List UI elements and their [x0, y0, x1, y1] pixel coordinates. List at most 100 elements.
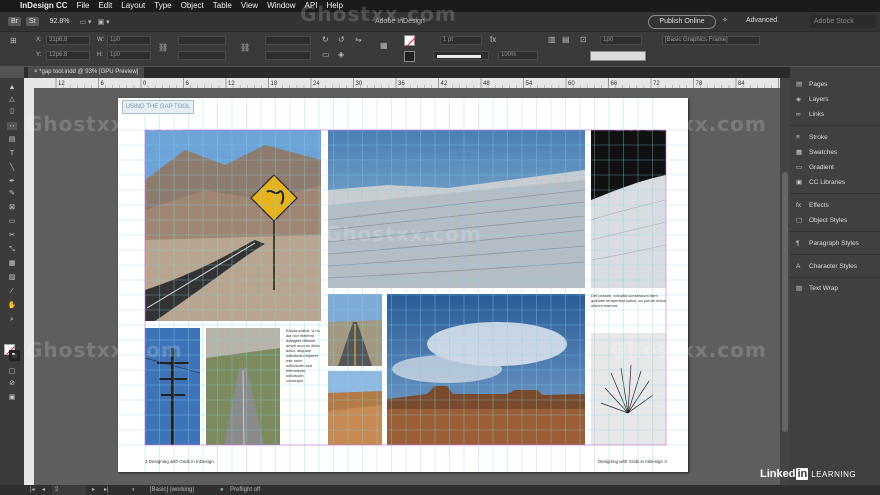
reference-point-icon[interactable]: ⊞	[10, 36, 17, 45]
menu-type[interactable]: Type	[154, 0, 171, 12]
w-field[interactable]: 1p0	[107, 36, 151, 45]
panel-gradient[interactable]: ▭ Gradient	[796, 162, 834, 174]
direct-selection-tool-icon[interactable]: △	[7, 96, 17, 104]
preview-icon[interactable]: ◐	[132, 485, 136, 495]
panel-pages[interactable]: ▤ Pages	[796, 79, 827, 91]
prev-page-icon[interactable]: ◂	[42, 485, 45, 495]
opacity-field[interactable]: 100%	[498, 51, 538, 60]
frame-type-icon[interactable]: ▦	[380, 41, 388, 50]
menu-app-name[interactable]: InDesign CC	[20, 0, 68, 12]
menu-edit[interactable]: Edit	[98, 0, 112, 12]
panel-object-styles[interactable]: ▢ Object Styles	[796, 215, 847, 227]
content-collector-icon[interactable]: ▤	[7, 136, 17, 144]
panel-text-wrap[interactable]: ▨ Text Wrap	[796, 283, 838, 295]
image-frame-canyon-road[interactable]	[328, 371, 382, 445]
align-icon[interactable]: ▥	[548, 35, 556, 44]
screen-mode-icon[interactable]: ▣ ▾	[98, 18, 110, 26]
eyedropper-tool-icon[interactable]: ⁄	[7, 288, 17, 296]
hand-tool-icon[interactable]: ✋	[7, 302, 17, 310]
shear-field[interactable]	[265, 51, 311, 60]
panel-layers[interactable]: ◈ Layers	[796, 94, 829, 106]
constrain-scale-icon[interactable]: ⛓	[240, 43, 250, 52]
fill-stroke-proxy[interactable]	[4, 344, 20, 362]
page-tool-icon[interactable]: ▯	[7, 108, 17, 116]
menu-layout[interactable]: Layout	[121, 0, 145, 12]
x-field[interactable]: 31p6.8	[46, 36, 90, 45]
h-field[interactable]: 1p0	[107, 51, 151, 60]
scale-x-field[interactable]	[178, 36, 226, 45]
preflight-status[interactable]: Preflight off	[230, 485, 260, 495]
panel-cc-libraries[interactable]: ▣ CC Libraries	[796, 177, 845, 189]
select-content-icon[interactable]: ◈	[338, 50, 344, 59]
body-text-column-2[interactable]: Det possim, voluptia conseruium dem quib…	[591, 293, 666, 308]
rotate-ccw-icon[interactable]: ↺	[338, 35, 345, 44]
stock-button[interactable]: St	[26, 17, 39, 26]
panel-links[interactable]: ∞ Links	[796, 109, 824, 121]
line-tool-icon[interactable]: ╲	[7, 164, 17, 172]
image-frame-hill-road[interactable]	[206, 328, 280, 445]
fitting-icon[interactable]: ⊡	[580, 35, 587, 44]
style-status[interactable]: [Basic] (working)	[150, 485, 194, 495]
panel-character-styles[interactable]: A Character Styles	[796, 261, 857, 273]
scrollbar-thumb[interactable]	[782, 172, 788, 432]
zoom-level[interactable]: 92.8%	[50, 18, 70, 25]
pencil-tool-icon[interactable]: ✎	[7, 190, 17, 198]
page-number-field[interactable]: 2	[52, 485, 86, 495]
frame-size-field[interactable]: 1p0	[600, 36, 642, 45]
gradient-swatch-tool-icon[interactable]: ▦	[7, 260, 17, 268]
apply-none-icon[interactable]: ⊘	[7, 380, 17, 388]
distribute-icon[interactable]: ▤	[562, 35, 570, 44]
object-style-dropdown[interactable]: [Basic Graphics Frame]	[662, 36, 760, 45]
fill-swatch[interactable]	[404, 35, 417, 47]
rectangle-tool-icon[interactable]: ▭	[7, 218, 17, 226]
stroke-type-dropdown[interactable]	[433, 51, 489, 60]
select-container-icon[interactable]: ▭	[322, 50, 330, 59]
horizontal-ruler[interactable]: 126061218243036424854606672788490	[24, 78, 815, 88]
image-frame-dunes-large[interactable]	[328, 130, 585, 288]
vertical-ruler[interactable]	[24, 88, 34, 485]
constrain-proportions-icon[interactable]: ⛓	[158, 43, 168, 52]
flip-horizontal-icon[interactable]: ⇋	[355, 35, 362, 44]
stroke-swatch[interactable]	[404, 51, 415, 62]
publish-online-button[interactable]: Publish Online	[648, 15, 716, 29]
panel-paragraph-styles[interactable]: ¶ Paragraph Styles	[796, 238, 859, 250]
last-page-icon[interactable]: ▸|	[104, 485, 109, 495]
lightbulb-icon[interactable]: ✧	[722, 16, 728, 24]
panel-effects[interactable]: fx Effects	[796, 200, 829, 212]
gap-tool-icon[interactable]: ↔	[7, 122, 17, 130]
stroke-weight-field[interactable]: 1 pt	[440, 36, 482, 45]
scale-y-field[interactable]	[178, 51, 226, 60]
view-options-icon[interactable]: ▭ ▾	[79, 18, 91, 26]
image-frame-road-sign[interactable]	[145, 130, 321, 321]
menu-window[interactable]: Window	[267, 0, 295, 12]
pen-tool-icon[interactable]: ✒	[7, 178, 17, 186]
workspace-switcher[interactable]: Advanced	[746, 17, 777, 24]
tab-document[interactable]: × *gap tool.indd @ 93% [GPU Preview]	[28, 67, 145, 78]
formatting-container-icon[interactable]: ▢	[7, 368, 17, 376]
bridge-button[interactable]: Br	[8, 17, 21, 26]
y-field[interactable]: 12p6.8	[46, 51, 90, 60]
type-tool-icon[interactable]: T	[7, 150, 17, 158]
note-tool-icon[interactable]: ▨	[7, 274, 17, 282]
rotate-cw-icon[interactable]: ↻	[322, 35, 329, 44]
body-text-column-1[interactable]: Ehicta sollicit, vi no aia nicr eleifend…	[286, 328, 320, 383]
image-frame-desert-road[interactable]	[328, 294, 382, 366]
menu-view[interactable]: View	[241, 0, 258, 12]
screen-mode-tool-icon[interactable]: ▣	[7, 394, 17, 402]
menu-file[interactable]: File	[77, 0, 90, 12]
scissors-tool-icon[interactable]: ✂	[7, 232, 17, 240]
zoom-tool-icon[interactable]: ⌕	[7, 316, 17, 324]
rectangle-frame-tool-icon[interactable]: ⊠	[7, 204, 17, 212]
fx-icon[interactable]: fx	[490, 35, 496, 44]
image-frame-monument-valley[interactable]	[387, 294, 585, 445]
next-page-icon[interactable]: ▸	[92, 485, 95, 495]
first-page-icon[interactable]: |◂	[30, 485, 35, 495]
panel-stroke[interactable]: ≡ Stroke	[796, 132, 828, 144]
rotation-field[interactable]	[265, 36, 311, 45]
menu-table[interactable]: Table	[213, 0, 232, 12]
stock-search-input[interactable]: Adobe Stock	[810, 15, 876, 28]
vertical-scrollbar[interactable]	[780, 78, 790, 485]
free-transform-tool-icon[interactable]: ⤡	[7, 246, 17, 254]
menu-object[interactable]: Object	[181, 0, 204, 12]
selection-tool-icon[interactable]: ▲	[7, 84, 17, 92]
